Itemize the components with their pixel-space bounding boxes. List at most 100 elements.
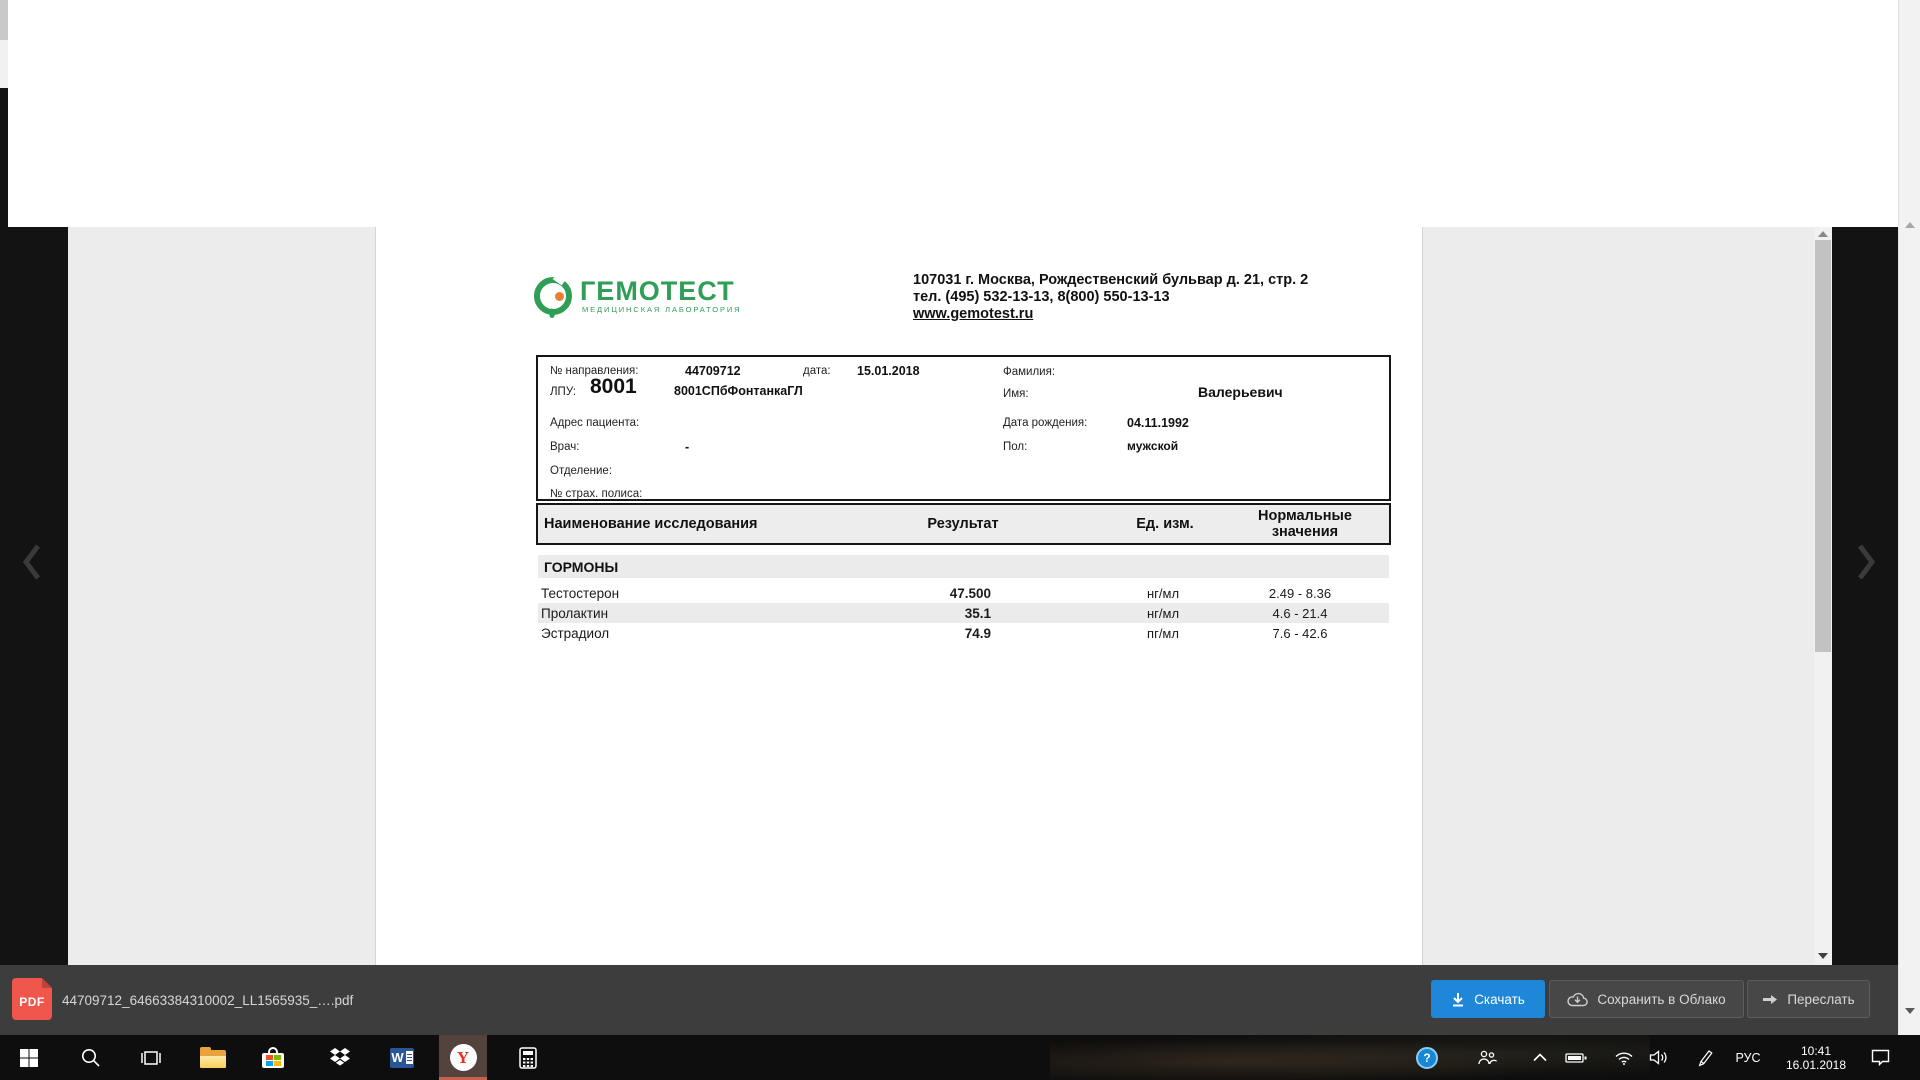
column-header-range: Нормальные значения xyxy=(1235,508,1375,540)
wifi-icon xyxy=(1614,1050,1634,1066)
analyte-range: 2.49 - 8.36 xyxy=(1230,586,1370,601)
scroll-up-icon[interactable] xyxy=(1905,222,1915,228)
battery-tray-button[interactable] xyxy=(1558,1035,1594,1080)
action-center-button[interactable] xyxy=(1862,1035,1898,1080)
birthdate-value: 04.11.1992 xyxy=(1127,416,1189,430)
department-label: Отделение: xyxy=(550,465,612,477)
action-center-icon xyxy=(1871,1049,1890,1066)
analyte-unit: нг/мл xyxy=(1113,606,1213,621)
table-row: Эстрадиол 74.9 пг/мл 7.6 - 42.6 xyxy=(538,623,1389,643)
results-section-title: ГОРМОНЫ xyxy=(544,559,618,575)
save-to-cloud-button[interactable]: Сохранить в Облако xyxy=(1549,980,1744,1018)
analyte-unit: пг/мл xyxy=(1113,626,1213,641)
screen: ГЕМОТЕСТ МЕДИЦИНСКАЯ ЛАБОРАТОРИЯ 107031 … xyxy=(0,0,1920,1080)
help-icon: ? xyxy=(1416,1047,1438,1069)
yandex-browser-button[interactable]: Y xyxy=(439,1035,487,1080)
attachment-action-bar: PDF 44709712_64663384310002_LL1565935_….… xyxy=(0,965,1898,1035)
left-edge-scroll-cap xyxy=(0,0,8,40)
taskbar-search-button[interactable] xyxy=(66,1035,114,1080)
scrollbar-thumb[interactable] xyxy=(1815,240,1831,652)
analyte-result: 74.9 xyxy=(881,626,991,641)
chevron-left-icon[interactable] xyxy=(20,543,44,581)
windows-start-button[interactable] xyxy=(5,1035,53,1080)
word-button[interactable]: W xyxy=(378,1035,426,1080)
file-explorer-button[interactable] xyxy=(189,1035,237,1080)
lpu-label: ЛПУ: xyxy=(550,386,576,398)
task-view-button[interactable] xyxy=(127,1035,175,1080)
left-edge-dark xyxy=(0,88,8,227)
analyte-range: 7.6 - 42.6 xyxy=(1230,626,1370,641)
analyte-name: Пролактин xyxy=(541,606,608,621)
attachment-filename: 44709712_64663384310002_LL1565935_….pdf xyxy=(62,965,353,1035)
scroll-down-icon[interactable] xyxy=(1905,1008,1915,1014)
wifi-tray-button[interactable] xyxy=(1606,1035,1642,1080)
windows-ink-button[interactable] xyxy=(1687,1035,1723,1080)
pdf-page: ГЕМОТЕСТ МЕДИЦИНСКАЯ ЛАБОРАТОРИЯ 107031 … xyxy=(375,227,1423,965)
sex-label: Пол: xyxy=(1003,441,1027,453)
pen-icon xyxy=(1696,1049,1714,1067)
date-label: дата: xyxy=(803,365,831,377)
table-row: Пролактин 35.1 нг/мл 4.6 - 21.4 xyxy=(538,603,1389,623)
attachment-viewer-overlay: ГЕМОТЕСТ МЕДИЦИНСКАЯ ЛАБОРАТОРИЯ 107031 … xyxy=(0,227,1898,965)
language-label: РУС xyxy=(1735,1051,1760,1065)
search-icon xyxy=(80,1047,101,1068)
calculator-button[interactable] xyxy=(504,1035,552,1080)
analyte-unit: нг/мл xyxy=(1113,586,1213,601)
clock-time: 10:41 xyxy=(1801,1044,1831,1058)
patient-info-box: № направления: 44709712 дата: 15.01.2018… xyxy=(536,355,1391,501)
chevron-right-icon[interactable] xyxy=(1854,543,1878,581)
analyte-name: Эстрадиол xyxy=(541,626,609,641)
save-to-cloud-label: Сохранить в Облако xyxy=(1597,992,1725,1007)
download-icon xyxy=(1451,992,1465,1007)
lpu-value: 8001 xyxy=(590,375,637,399)
file-explorer-icon xyxy=(200,1048,226,1068)
column-header-result: Результат xyxy=(888,516,1038,532)
analyte-name: Тестостерон xyxy=(541,586,619,601)
analyte-result: 47.500 xyxy=(881,586,991,601)
lab-subtitle: МЕДИЦИНСКАЯ ЛАБОРАТОРИЯ xyxy=(582,305,741,314)
dropbox-button[interactable] xyxy=(316,1035,364,1080)
calculator-icon xyxy=(519,1047,537,1069)
analyte-result: 35.1 xyxy=(881,606,991,621)
language-indicator[interactable]: РУС xyxy=(1726,1035,1770,1080)
taskbar-clock[interactable]: 10:41 16.01.2018 xyxy=(1774,1035,1858,1080)
volume-tray-button[interactable] xyxy=(1642,1035,1678,1080)
doctor-label: Врач: xyxy=(550,441,579,453)
firstname-label: Имя: xyxy=(1003,388,1029,400)
pdf-file-icon[interactable]: PDF xyxy=(12,978,52,1020)
forward-button[interactable]: Переслать xyxy=(1747,980,1870,1018)
people-tray-button[interactable] xyxy=(1469,1035,1505,1080)
volume-icon xyxy=(1649,1050,1671,1065)
pdf-file-type: PDF xyxy=(12,995,52,1009)
surname-label: Фамилия: xyxy=(1003,366,1055,378)
lab-logo: ГЕМОТЕСТ МЕДИЦИНСКАЯ ЛАБОРАТОРИЯ xyxy=(534,277,741,315)
lab-website: www.gemotest.ru xyxy=(913,306,1393,323)
word-icon: W xyxy=(390,1048,414,1068)
viewer-scrollbar[interactable] xyxy=(1814,227,1832,965)
gemotest-ring-icon xyxy=(534,277,572,315)
task-view-icon xyxy=(139,1049,163,1067)
dropbox-icon xyxy=(328,1047,352,1068)
microsoft-store-button[interactable] xyxy=(249,1035,297,1080)
date-value: 15.01.2018 xyxy=(857,364,920,378)
patient-address-label: Адрес пациента: xyxy=(550,417,639,429)
birthdate-label: Дата рождения: xyxy=(1003,417,1087,429)
results-section-row: ГОРМОНЫ xyxy=(538,555,1389,578)
microsoft-store-icon xyxy=(262,1047,284,1068)
browser-scrollbar[interactable] xyxy=(1898,0,1920,1035)
table-row: Тестостерон 47.500 нг/мл 2.49 - 8.36 xyxy=(538,583,1389,603)
mail-page-background xyxy=(0,0,1920,227)
analyte-range: 4.6 - 21.4 xyxy=(1230,606,1370,621)
help-tray-button[interactable]: ? xyxy=(1409,1035,1445,1080)
scroll-up-icon[interactable] xyxy=(1818,231,1828,237)
scroll-down-icon[interactable] xyxy=(1818,953,1828,959)
column-header-name: Наименование исследования xyxy=(544,516,758,532)
clock-date: 16.01.2018 xyxy=(1786,1058,1846,1072)
show-hidden-icons-button[interactable] xyxy=(1522,1035,1558,1080)
lpu-name: 8001СПбФонтанкаГЛ xyxy=(674,384,803,398)
download-button[interactable]: Скачать xyxy=(1431,980,1545,1018)
download-label: Скачать xyxy=(1474,992,1525,1007)
forward-arrow-icon xyxy=(1762,994,1778,1005)
windows-start-icon xyxy=(19,1048,39,1068)
referral-value: 44709712 xyxy=(685,364,741,378)
